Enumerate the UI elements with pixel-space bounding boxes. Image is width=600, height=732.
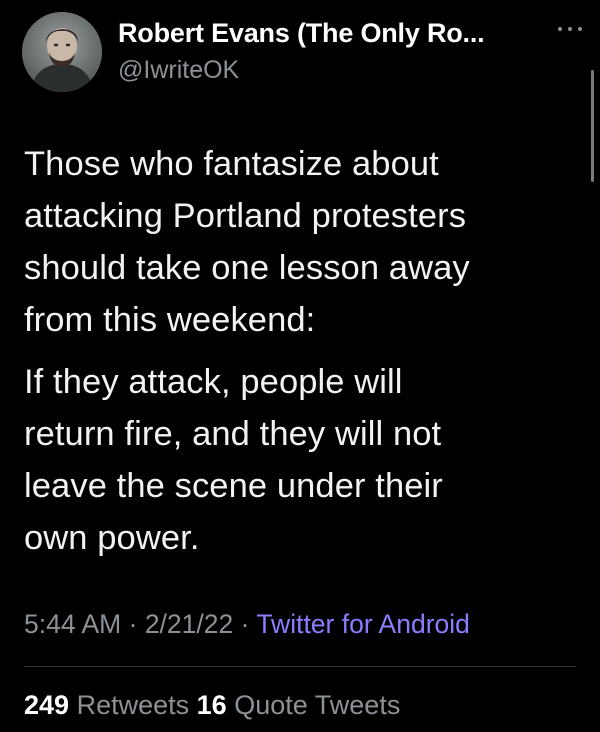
tweet-source-link[interactable]: Twitter for Android [256, 609, 470, 639]
meta-separator: · [240, 609, 250, 639]
author-name[interactable]: Robert Evans (The Only Ro... [118, 18, 485, 49]
tweet-stats: 249 Retweets 16 Quote Tweets [24, 690, 400, 721]
tweet-paragraph: If they attack, people will return fire,… [24, 363, 443, 557]
more-dot [558, 27, 562, 31]
tweet-paragraph: Those who fantasize about attacking Port… [24, 145, 470, 339]
tweet-date[interactable]: 2/21/22 [145, 609, 233, 639]
divider [24, 666, 576, 667]
meta-separator: · [128, 609, 138, 639]
quote-tweets-count: 16 [196, 690, 227, 720]
avatar[interactable] [22, 12, 102, 92]
author-handle[interactable]: @IwriteOK [118, 56, 239, 85]
retweets-count: 249 [24, 690, 70, 720]
tweet-header: Robert Evans (The Only Ro... @IwriteOK [22, 12, 582, 92]
retweets-label: Retweets [76, 690, 190, 720]
more-dot [568, 27, 572, 31]
profile-photo-icon [22, 12, 102, 92]
more-dot [578, 27, 582, 31]
tweet-meta: 5:44 AM · 2/21/22 · Twitter for Android [24, 609, 470, 640]
retweets-stat[interactable]: 249 Retweets [24, 690, 189, 720]
tweet-text: Those who fantasize about attacking Port… [24, 138, 580, 564]
quote-tweets-stat[interactable]: 16 Quote Tweets [197, 690, 401, 720]
more-horizontal-icon[interactable] [558, 22, 582, 36]
tweet-time[interactable]: 5:44 AM [24, 609, 121, 639]
scrollbar[interactable] [591, 70, 594, 182]
quote-tweets-label: Quote Tweets [234, 690, 401, 720]
